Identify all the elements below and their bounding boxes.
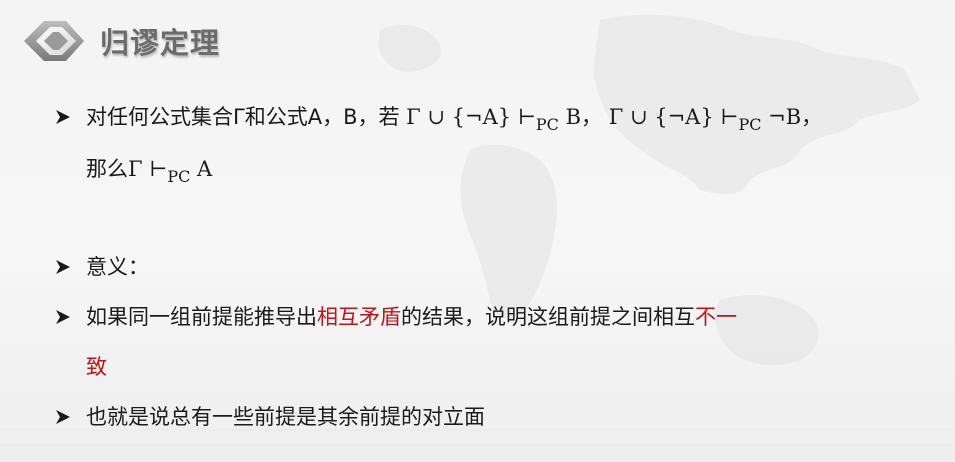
bullet-meaning: 如果同一组前提能推导出相互矛盾的结果，说明这组前提之间相互不一 — [54, 292, 934, 342]
premise-2-subscript: PC — [738, 115, 762, 134]
arrow-bullet-icon — [54, 392, 76, 442]
arrow-bullet-icon — [54, 292, 76, 342]
highlight-contradiction: 相互矛盾 — [317, 305, 401, 329]
bullet-theorem: 对任何公式集合Γ和公式A，B，若 Γ ∪ {¬A} ⊢PC B， Γ ∪ {¬A… — [54, 92, 934, 144]
highlight-inconsistent-cont: 致 — [86, 355, 107, 379]
conclusion-end: A — [190, 157, 213, 181]
conclusion: Γ ⊢ — [128, 157, 168, 181]
slide-title: 归谬定理 — [100, 26, 221, 60]
corollary-text: 也就是说总有一些前提是其余前提的对立面 — [86, 405, 485, 429]
conclusion-subscript: PC — [167, 167, 191, 186]
premise-1-end: B， — [558, 105, 603, 129]
meaning-text-1: 如果同一组前提能推导出 — [86, 305, 317, 329]
premise-1: Γ ∪ {¬A} ⊢ — [399, 105, 536, 129]
theorem-conclusion-label: 那么 — [86, 157, 128, 181]
theorem-text: 对任何公式集合Γ和公式A，B，若 — [86, 105, 400, 129]
meaning-label: 意义： — [86, 255, 149, 279]
premise-1-subscript: PC — [535, 115, 559, 134]
bullet-meaning-label: 意义： — [54, 242, 934, 292]
bullet-corollary: 也就是说总有一些前提是其余前提的对立面 — [54, 392, 934, 442]
slide-content: 对任何公式集合Γ和公式A，B，若 Γ ∪ {¬A} ⊢PC B， Γ ∪ {¬A… — [54, 92, 934, 442]
bullet-theorem-continued: 那么Γ ⊢PC A — [54, 144, 934, 196]
meaning-text-2: 的结果，说明这组前提之间相互 — [401, 305, 695, 329]
bullet-meaning-continued: 致 — [54, 342, 934, 392]
diamond-logo-icon — [24, 21, 84, 61]
premise-2: Γ ∪ {¬A} ⊢ — [602, 105, 739, 129]
arrow-bullet-icon — [54, 242, 76, 292]
arrow-bullet-icon — [54, 92, 76, 142]
title-bar: 归谬定理 — [22, 18, 220, 64]
premise-2-end: ¬B， — [761, 105, 823, 129]
highlight-inconsistent: 不一 — [695, 305, 737, 329]
